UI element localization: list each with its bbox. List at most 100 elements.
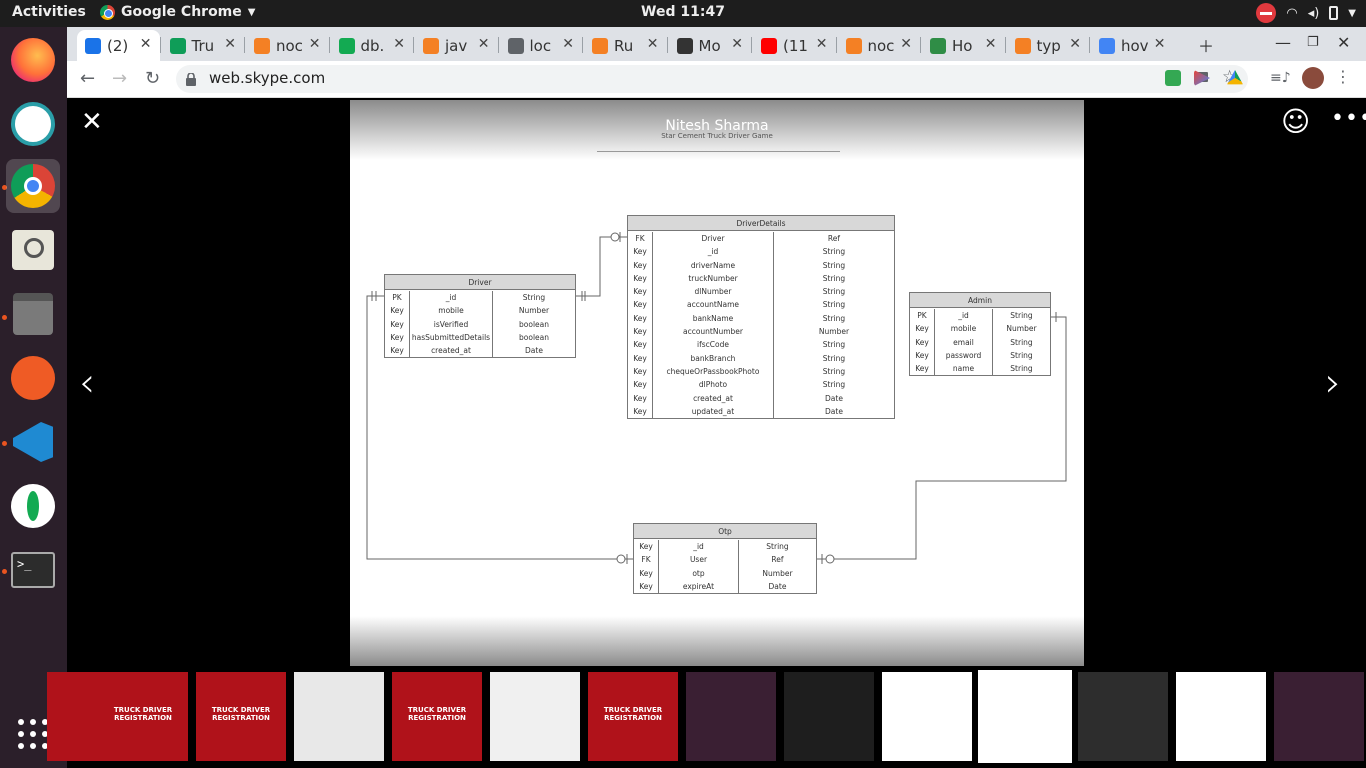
forward-button[interactable]: → xyxy=(112,68,127,89)
address-bar[interactable]: web.skype.com ☆ xyxy=(176,65,1248,93)
browser-tab[interactable]: hov ✕ xyxy=(1091,30,1174,61)
tab-close-icon[interactable]: ✕ xyxy=(478,36,490,52)
next-image-button[interactable]: › xyxy=(1325,363,1341,403)
tab-close-icon[interactable]: ✕ xyxy=(647,36,659,52)
terminal-launcher[interactable]: >_ xyxy=(6,543,60,597)
new-tab-button[interactable]: ＋ xyxy=(1198,33,1214,57)
show-applications-icon[interactable] xyxy=(18,719,48,749)
tab-close-icon[interactable]: ✕ xyxy=(1069,36,1081,52)
database-app-launcher[interactable] xyxy=(6,97,60,151)
field-type: String xyxy=(1010,311,1033,320)
chrome-icon xyxy=(100,4,115,20)
tab-close-icon[interactable]: ✕ xyxy=(900,36,912,52)
browser-tab[interactable]: Ho ✕ xyxy=(922,30,1005,61)
field-name: expireAt xyxy=(659,579,739,594)
browser-tab[interactable]: Tru ✕ xyxy=(162,30,245,61)
files-launcher[interactable] xyxy=(6,287,60,341)
previous-image-button[interactable]: ‹ xyxy=(79,363,95,403)
system-tray[interactable]: ◠ ◂) ▼ xyxy=(1256,3,1356,23)
browser-tab[interactable]: noc ✕ xyxy=(838,30,921,61)
image-thumbnail[interactable] xyxy=(978,670,1072,763)
entity-field-row: FK Driver Ref xyxy=(628,232,894,246)
field-name: truckNumber xyxy=(653,271,774,286)
browser-tab[interactable]: typ ✕ xyxy=(1007,30,1090,61)
tab-close-icon[interactable]: ✕ xyxy=(816,36,828,52)
tab-separator xyxy=(159,37,161,53)
entity-field-row: Key bankName String xyxy=(628,311,894,326)
image-thumbnail[interactable]: TRUCK DRIVER REGISTRATION xyxy=(392,672,482,761)
maximize-button[interactable]: ❐ xyxy=(1307,35,1319,50)
vscode-launcher[interactable] xyxy=(6,415,60,469)
entity-admin[interactable]: Admin PK _id String Key mobile Number Key email S… xyxy=(909,292,1051,377)
image-viewer-launcher[interactable] xyxy=(6,223,60,277)
tab-close-icon[interactable]: ✕ xyxy=(224,36,236,52)
tab-close-icon[interactable]: ✕ xyxy=(985,36,997,52)
entity-otp[interactable]: Otp Key _id String FK User Ref Key otp Number Key e… xyxy=(633,523,817,595)
firefox-launcher[interactable] xyxy=(6,33,60,87)
field-type: String xyxy=(822,260,846,270)
field-key-type: Key xyxy=(628,351,653,365)
tab-separator xyxy=(835,37,837,53)
tab-close-icon[interactable]: ✕ xyxy=(731,36,743,52)
browser-tab[interactable]: (2) ✕ xyxy=(77,30,160,61)
image-thumbnail[interactable] xyxy=(1274,672,1364,761)
entity-driver[interactable]: Driver PK _id String Key mobile Number Key isVer… xyxy=(384,274,576,359)
image-thumbnail[interactable]: TRUCK DRIVER REGISTRATION xyxy=(98,672,188,761)
image-thumbnail[interactable]: TRUCK DRIVER REGISTRATION xyxy=(588,672,678,761)
field-name: Driver xyxy=(653,232,774,246)
image-thumbnail[interactable] xyxy=(294,672,384,761)
browser-tab[interactable]: Ru ✕ xyxy=(584,30,667,61)
image-thumbnail[interactable] xyxy=(686,672,776,761)
tab-close-icon[interactable]: ✕ xyxy=(562,36,574,52)
postman-launcher[interactable] xyxy=(6,351,60,405)
entity-field-row: Key name String xyxy=(910,362,1050,376)
image-thumbnail[interactable] xyxy=(1176,672,1266,761)
mongodb-compass-launcher[interactable] xyxy=(6,479,60,533)
browser-tab[interactable]: loc ✕ xyxy=(500,30,583,61)
browser-tab[interactable]: db. ✕ xyxy=(331,30,414,61)
entity-field-row: Key _id String xyxy=(634,540,816,554)
media-control-icon[interactable]: ≡♪ xyxy=(1270,70,1291,86)
tab-close-icon[interactable]: ✕ xyxy=(140,36,152,52)
field-type: String xyxy=(822,380,846,390)
entity-name: DriverDetails xyxy=(628,216,894,231)
image-thumbnail[interactable] xyxy=(1078,672,1168,761)
reload-button[interactable]: ↻ xyxy=(145,68,160,89)
entity-driver-details[interactable]: DriverDetails FK Driver Ref Key _id String Key d… xyxy=(627,215,895,420)
browser-menu-icon[interactable]: ⋮ xyxy=(1335,67,1351,86)
entity-field-row: Key driverName String xyxy=(628,258,894,272)
tab-label: Ru xyxy=(614,36,634,55)
chrome-launcher[interactable] xyxy=(6,159,60,213)
minimize-button[interactable]: — xyxy=(1275,33,1291,52)
back-button[interactable]: ← xyxy=(80,68,95,89)
chevron-down-icon: ▼ xyxy=(247,6,256,18)
emoji-reaction-icon[interactable]: ☺ xyxy=(1281,108,1310,136)
driver-driverdetails-relation xyxy=(575,236,627,297)
tab-close-icon[interactable]: ✕ xyxy=(309,36,321,52)
activities-button[interactable]: Activities xyxy=(12,4,86,20)
field-key-type: FK xyxy=(628,232,653,246)
field-name: _id xyxy=(653,245,774,259)
browser-tab[interactable]: jav ✕ xyxy=(415,30,498,61)
field-type: Number xyxy=(518,306,550,316)
close-window-button[interactable]: ✕ xyxy=(1337,33,1350,52)
browser-tab[interactable]: (11 ✕ xyxy=(753,30,836,61)
app-menu[interactable]: Google Chrome ▼ xyxy=(100,4,255,20)
field-name: chequeOrPassbookPhoto xyxy=(653,364,774,379)
tab-separator xyxy=(328,37,330,53)
image-thumbnail[interactable]: TRUCK DRIVER REGISTRATION xyxy=(196,672,286,761)
tab-close-icon[interactable]: ✕ xyxy=(1154,36,1166,52)
tab-favicon-icon xyxy=(845,37,862,54)
extension-sheets-icon[interactable] xyxy=(1165,70,1181,86)
image-thumbnail[interactable] xyxy=(490,672,580,761)
close-viewer-button[interactable]: ✕ xyxy=(81,109,103,135)
browser-tab[interactable]: noc ✕ xyxy=(246,30,329,61)
image-thumbnail[interactable] xyxy=(882,672,972,761)
profile-avatar[interactable] xyxy=(1302,67,1324,89)
more-options-icon[interactable]: ••• xyxy=(1331,108,1366,130)
tab-close-icon[interactable]: ✕ xyxy=(393,36,405,52)
image-thumbnail[interactable] xyxy=(784,672,874,761)
entity-field-row: Key dlPhoto String xyxy=(628,378,894,392)
browser-tab[interactable]: Mo ✕ xyxy=(669,30,752,61)
tab-favicon-icon xyxy=(169,37,186,54)
